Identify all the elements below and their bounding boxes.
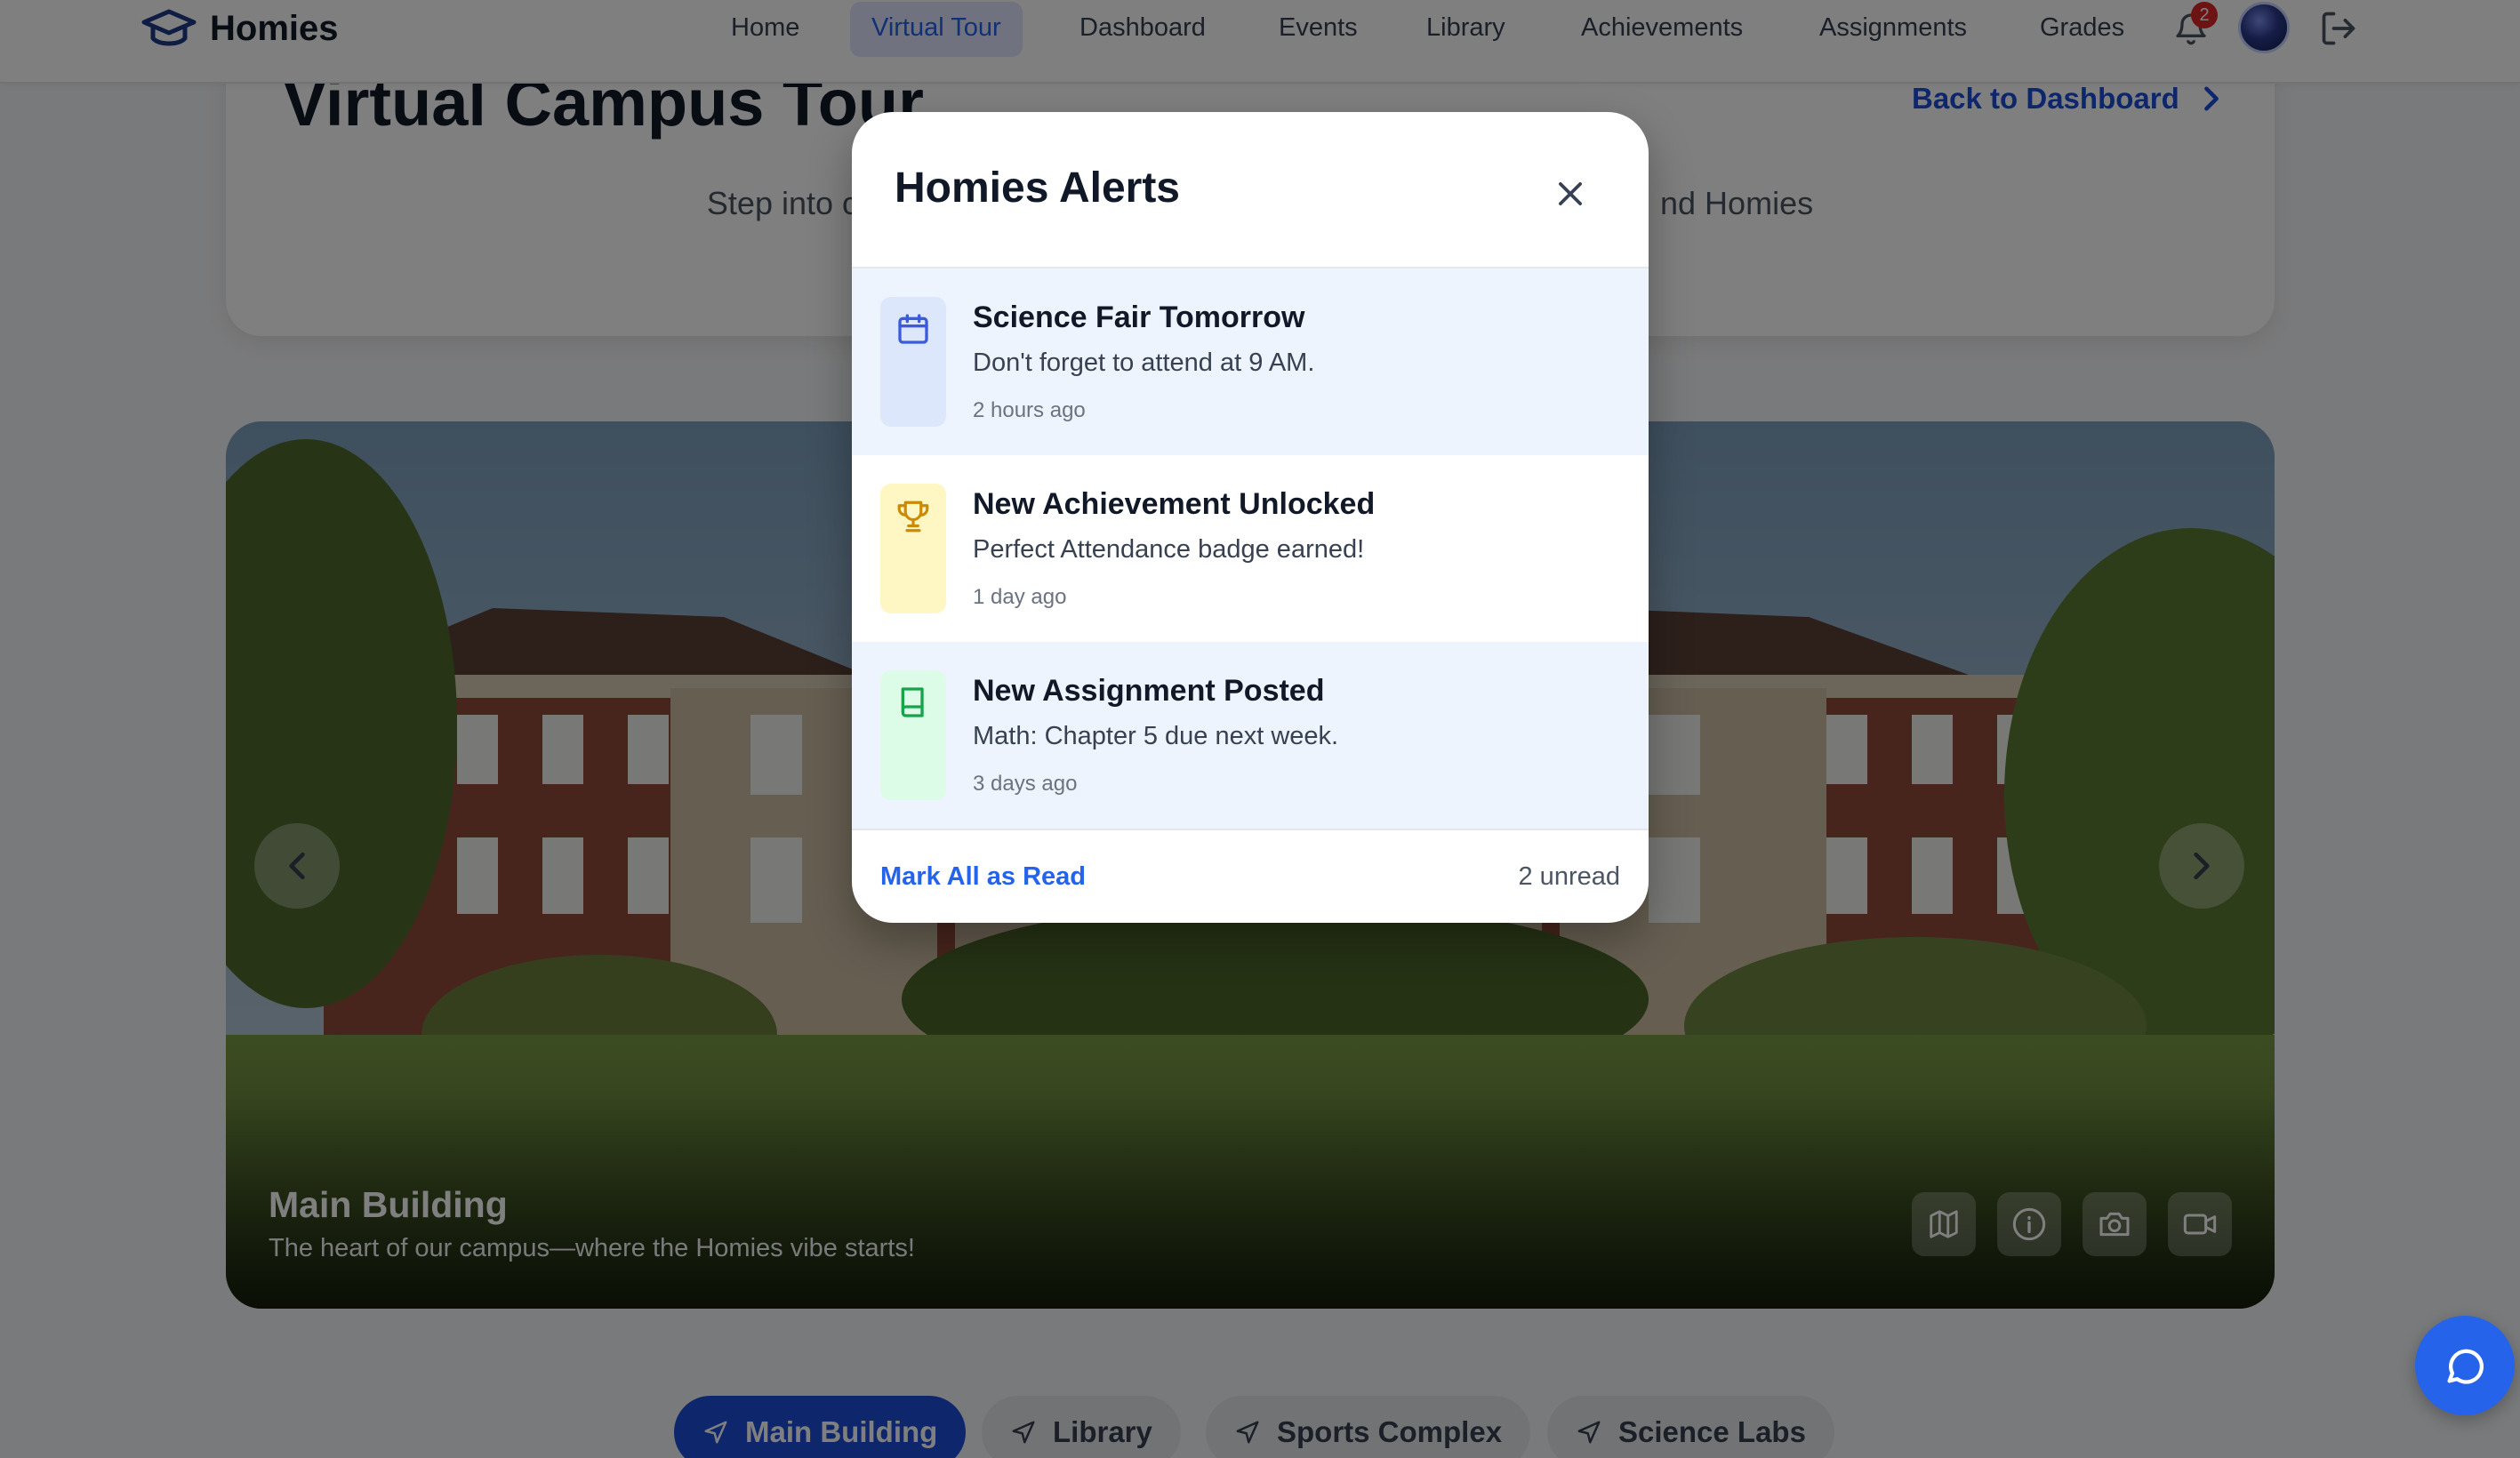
page: Homies Home Virtual Tour Dashboard Event…: [0, 0, 2520, 1458]
alert-title: New Achievement Unlocked: [973, 487, 1376, 521]
alert-message: Don't forget to attend at 9 AM.: [973, 348, 1315, 377]
alert-icon-box: [880, 484, 946, 613]
modal-title: Homies Alerts: [895, 164, 1180, 212]
unread-count: 2 unread: [1518, 862, 1621, 891]
modal-header: Homies Alerts: [852, 112, 1649, 268]
alert-time: 2 hours ago: [973, 398, 1086, 422]
modal-footer: Mark All as Read 2 unread: [852, 829, 1649, 923]
alert-item[interactable]: Science Fair Tomorrow Don't forget to at…: [852, 268, 1649, 455]
chat-button[interactable]: [2415, 1316, 2515, 1415]
alert-icon-box: [880, 670, 946, 800]
chat-bubble-icon: [2447, 1349, 2484, 1384]
alert-title: Science Fair Tomorrow: [973, 300, 1305, 334]
book-icon: [901, 687, 924, 717]
alert-title: New Assignment Posted: [973, 674, 1325, 708]
alerts-modal: Homies Alerts Science Fair Tomorrow Don'…: [852, 112, 1649, 923]
alert-item[interactable]: New Assignment Posted Math: Chapter 5 du…: [852, 642, 1649, 829]
alert-time: 3 days ago: [973, 772, 1078, 796]
calendar-icon: [898, 314, 928, 344]
trophy-icon: [897, 501, 929, 533]
alert-message: Math: Chapter 5 due next week.: [973, 722, 1339, 750]
alert-message: Perfect Attendance badge earned!: [973, 535, 1365, 564]
alert-item[interactable]: New Achievement Unlocked Perfect Attenda…: [852, 455, 1649, 642]
mark-all-read-button[interactable]: Mark All as Read: [880, 862, 1086, 892]
close-button[interactable]: [1544, 167, 1597, 220]
alert-icon-box: [880, 297, 946, 427]
close-icon: [1559, 182, 1582, 205]
alert-time: 1 day ago: [973, 585, 1067, 609]
